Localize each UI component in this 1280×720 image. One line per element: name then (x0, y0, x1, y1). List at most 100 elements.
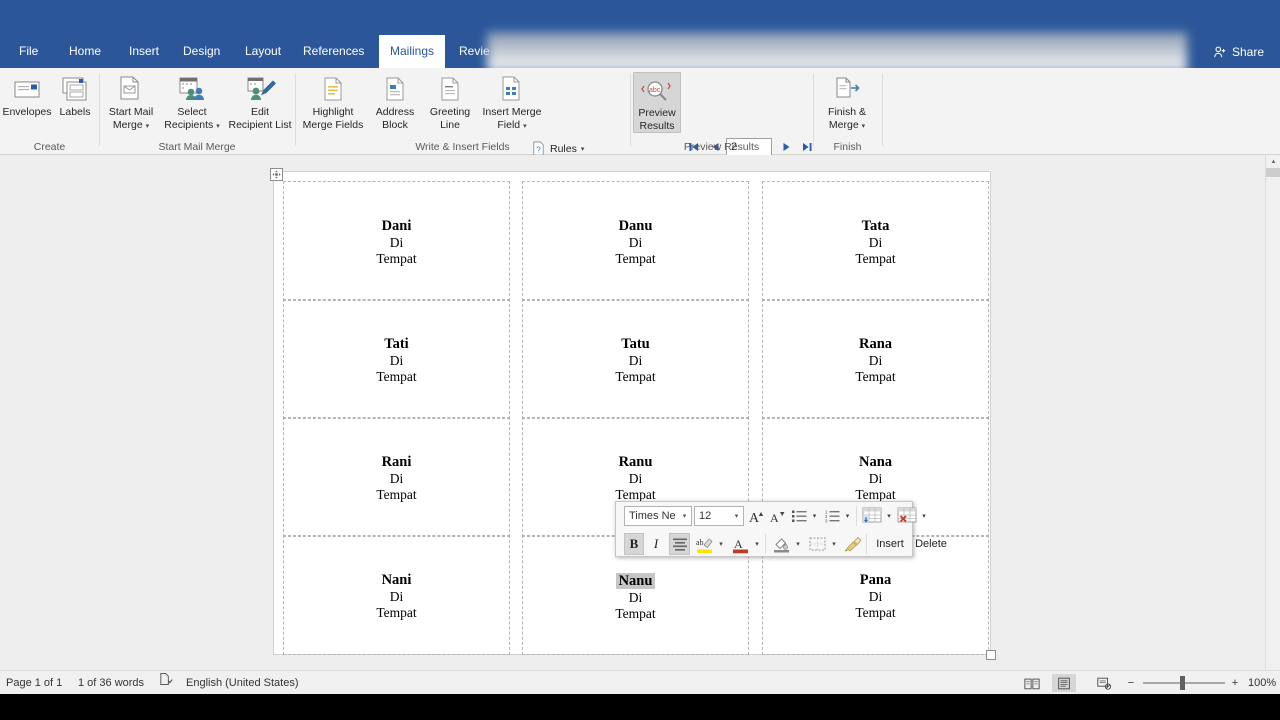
vertical-scrollbar[interactable]: ▲ (1265, 155, 1280, 670)
insert-button[interactable]: Insert (870, 533, 910, 555)
label-cell[interactable]: Rani Di Tempat (283, 417, 510, 537)
read-mode-button[interactable] (1020, 674, 1044, 692)
print-layout-button[interactable] (1052, 674, 1076, 692)
chevron-down-icon[interactable]: ▾ (678, 512, 691, 520)
shading-button[interactable] (770, 533, 792, 555)
insert-cells-dropdown[interactable]: ▾ (883, 505, 895, 527)
preview-results-label1: Preview (638, 107, 676, 119)
labels-label: Labels (59, 106, 91, 118)
label-cell[interactable]: Rana Di Tempat (762, 299, 989, 419)
tab-home[interactable]: Home (58, 35, 112, 68)
label-cell[interactable]: Tatu Di Tempat (522, 299, 749, 419)
font-color-icon: A (732, 537, 748, 553)
align-center-button[interactable] (669, 533, 690, 555)
start-mail-merge-button[interactable]: Start Mail Merge ▾ (103, 72, 159, 133)
tab-file[interactable]: File (8, 35, 49, 68)
shading-dropdown[interactable]: ▾ (792, 533, 804, 555)
label-line3: Tempat (855, 369, 896, 384)
highlight-merge-fields-label2: Merge Fields (302, 118, 364, 131)
address-block-label1: Address (375, 106, 415, 118)
insert-merge-field-button[interactable]: Insert Merge Field ▾ (479, 72, 545, 133)
greeting-line-button[interactable]: Greeting Line (423, 72, 477, 131)
delete-cells-button[interactable] (896, 505, 919, 527)
scroll-up-arrow[interactable]: ▲ (1266, 155, 1280, 168)
share-button[interactable]: Share (1203, 37, 1274, 66)
tab-layout[interactable]: Layout (234, 35, 292, 68)
zoom-in-button[interactable]: + (1228, 671, 1242, 695)
proofing-errors-button[interactable] (158, 671, 173, 695)
table-resize-handle[interactable] (986, 650, 996, 660)
zoom-slider-thumb[interactable] (1180, 676, 1185, 690)
text-highlight-dropdown[interactable]: ▾ (715, 533, 727, 555)
document-page[interactable]: Dani Di Tempat Danu Di Tempat Tata Di Te… (273, 171, 991, 655)
zoom-level[interactable]: 100% (1248, 671, 1276, 695)
title-bar (0, 0, 1280, 35)
label-name: Pana (859, 572, 892, 588)
insert-cells-button[interactable] (861, 505, 884, 527)
finish-and-merge-button[interactable]: Finish & Merge ▾ (817, 72, 877, 133)
address-block-icon (381, 72, 409, 106)
page-info[interactable]: Page 1 of 1 (6, 671, 62, 695)
tab-references[interactable]: References (292, 35, 375, 68)
highlight-merge-fields-button[interactable]: Highlight Merge Fields (299, 72, 367, 131)
numbering-button[interactable]: 1 2 3 (823, 505, 842, 527)
delete-button[interactable]: Delete (910, 533, 952, 555)
scroll-thumb[interactable] (1266, 168, 1280, 177)
tab-design-label: Design (183, 44, 221, 58)
zoom-out-button[interactable]: − (1124, 671, 1138, 695)
font-color-dropdown[interactable]: ▾ (751, 533, 763, 555)
label-cell[interactable]: Dani Di Tempat (283, 181, 510, 301)
start-mail-merge-label2: Merge ▾ (112, 118, 150, 131)
chevron-down-icon: ▾ (755, 541, 759, 548)
font-color-button[interactable]: A (729, 533, 751, 555)
font-name-combo[interactable]: Times Ne ▾ (624, 506, 692, 526)
ribbon: Envelopes Labels Create Start Mail Merge… (0, 68, 1280, 201)
format-painter-button[interactable] (842, 533, 864, 555)
label-cell[interactable]: Danu Di Tempat (522, 181, 749, 301)
label-name: Ranu (618, 454, 653, 470)
labels-button[interactable]: Labels (54, 72, 96, 119)
numbering-dropdown[interactable]: ▾ (841, 505, 854, 527)
svg-text:ab: ab (696, 538, 704, 547)
bold-button[interactable]: B (624, 533, 644, 555)
web-layout-button[interactable] (1092, 674, 1116, 692)
label-name: Rana (858, 336, 893, 352)
bullets-button[interactable] (790, 505, 809, 527)
bullets-dropdown[interactable]: ▾ (808, 505, 821, 527)
borders-button[interactable] (806, 533, 828, 555)
font-size-combo[interactable]: 12 ▾ (694, 506, 744, 526)
text-highlight-color-button[interactable]: ab (693, 533, 715, 555)
tab-mailings[interactable]: Mailings (379, 35, 446, 68)
edit-recipient-list-button[interactable]: Edit Recipient List (225, 72, 295, 131)
svg-text:3: 3 (825, 519, 828, 524)
finish-merge-icon (832, 72, 862, 106)
preview-results-button[interactable]: abc Preview Results (633, 72, 681, 133)
grow-font-icon: A (749, 511, 763, 525)
ribbon-group-finish: Finish & Merge ▾ Finish (813, 68, 882, 155)
table-move-handle[interactable] (270, 168, 283, 181)
select-recipients-label2: Recipients ▾ (164, 118, 220, 131)
label-cell[interactable]: Tati Di Tempat (283, 299, 510, 419)
italic-button[interactable]: I (646, 533, 666, 555)
chevron-down-icon[interactable]: ▾ (730, 512, 743, 520)
label-line3: Tempat (376, 605, 417, 620)
address-block-button[interactable]: Address Block (369, 72, 421, 131)
envelopes-button[interactable]: Envelopes (2, 72, 52, 119)
insert-merge-field-icon (498, 72, 526, 106)
language-status[interactable]: English (United States) (186, 671, 299, 695)
label-line2: Di (389, 353, 404, 368)
labels-table[interactable]: Dani Di Tempat Danu Di Tempat Tata Di Te… (283, 181, 990, 664)
label-cell[interactable]: Tata Di Tempat (762, 181, 989, 301)
tab-design[interactable]: Design (172, 35, 231, 68)
grow-font-button[interactable]: A (746, 505, 767, 527)
label-cell[interactable]: Nani Di Tempat (283, 535, 510, 655)
ribbon-group-write-insert-fields: Highlight Merge Fields Address Block Gre… (295, 68, 630, 199)
tab-insert[interactable]: Insert (118, 35, 170, 68)
label-line3: Tempat (376, 369, 417, 384)
tab-mailings-label: Mailings (390, 44, 435, 58)
shrink-font-button[interactable]: A (767, 505, 788, 527)
word-count[interactable]: 1 of 36 words (78, 671, 144, 695)
borders-dropdown[interactable]: ▾ (828, 533, 840, 555)
delete-cells-dropdown[interactable]: ▾ (918, 505, 930, 527)
select-recipients-button[interactable]: Select Recipients ▾ (161, 72, 223, 133)
